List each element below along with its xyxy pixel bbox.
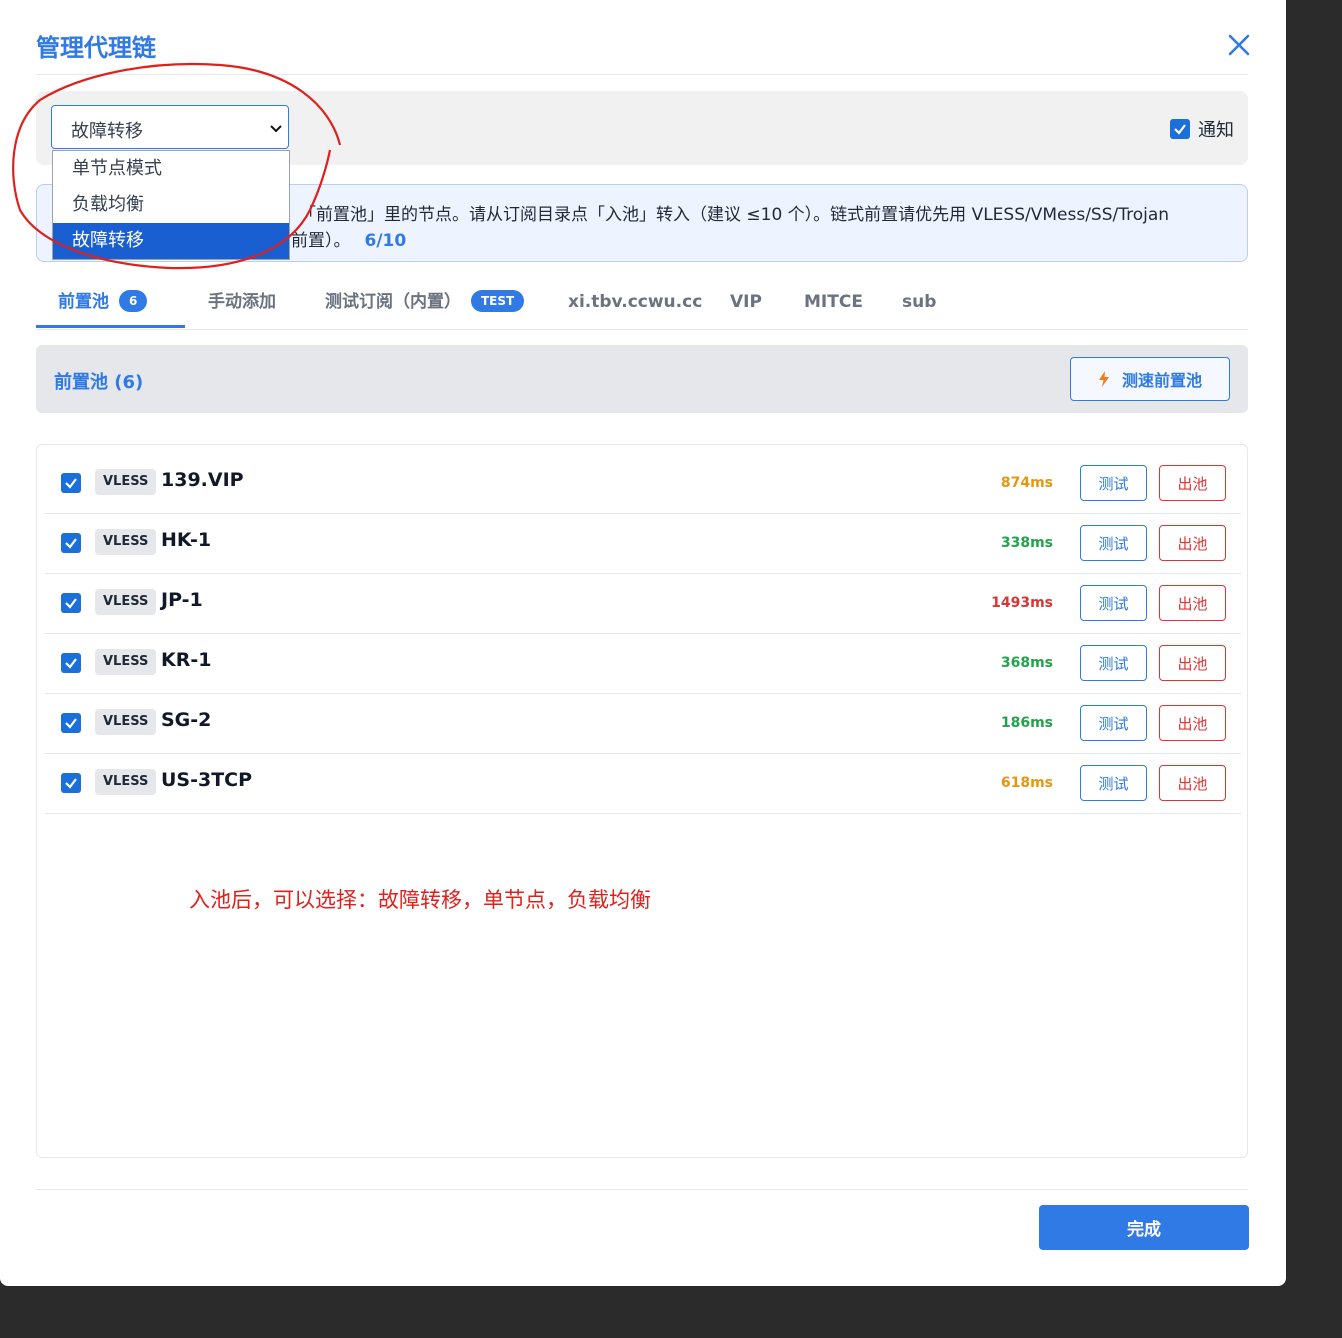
tab-badge: TEST: [471, 290, 525, 312]
table-row: VLESS SG-2 186ms 测试 出池: [45, 693, 1241, 754]
check-icon: [65, 718, 77, 729]
tab-bar: 前置池 6 手动添加 测试订阅（内置） TEST xi.tbv.ccwu.cc VIP MIT…: [36, 280, 1248, 330]
active-tab-underline: [36, 325, 185, 328]
footer-divider: [36, 1189, 1248, 1190]
tab-label: xi.tbv.ccwu.cc: [568, 292, 703, 312]
modal-title: 管理代理链: [36, 34, 156, 62]
tab-6[interactable]: sub: [902, 280, 936, 328]
node-test-button[interactable]: 测试: [1080, 705, 1147, 741]
tab-label: 前置池: [58, 292, 109, 312]
lightning-icon: [1098, 371, 1109, 387]
node-checkbox[interactable]: [61, 473, 81, 493]
node-latency: 186ms: [1000, 715, 1053, 731]
node-latency: 368ms: [1000, 655, 1053, 671]
tab-label: 测试订阅（内置）: [325, 292, 461, 312]
node-latency: 1493ms: [991, 595, 1053, 611]
node-name: 139.VIP: [161, 469, 244, 491]
node-remove-button[interactable]: 出池: [1159, 705, 1226, 741]
node-name: US-3TCP: [161, 769, 253, 791]
mode-dropdown-list: 单节点模式 负载均衡 故障转移: [52, 150, 290, 260]
info-text-line2: 前置）。 6/10: [291, 226, 406, 251]
node-remove-button[interactable]: 出池: [1159, 765, 1226, 801]
notify-toggle[interactable]: 通知: [1170, 116, 1234, 142]
protocol-badge: VLESS: [95, 649, 157, 675]
proxy-chain-modal: 管理代理链 故障转移 单节点模式 负载均衡 故障转移 通知 「前置池」里的节点。请从…: [0, 0, 1286, 1286]
protocol-badge: VLESS: [95, 709, 157, 735]
check-icon: [65, 658, 77, 669]
tab-4[interactable]: VIP: [730, 280, 762, 328]
chevron-down-icon: [270, 125, 282, 133]
header-divider: [36, 74, 1248, 75]
tab-2[interactable]: 测试订阅（内置） TEST: [325, 280, 525, 328]
check-icon: [65, 598, 77, 609]
annotation-text: 入池后，可以选择：故障转移，单节点，负载均衡: [189, 888, 651, 912]
info-text-line1: 「前置池」里的节点。请从订阅目录点「入池」转入（建议 ≤10 个）。链式前置请优…: [299, 205, 1170, 225]
protocol-badge: VLESS: [95, 769, 157, 795]
node-name: HK-1: [161, 529, 212, 551]
protocol-badge: VLESS: [95, 529, 157, 555]
node-test-button[interactable]: 测试: [1080, 465, 1147, 501]
node-remove-button[interactable]: 出池: [1159, 585, 1226, 621]
notify-checkbox[interactable]: [1170, 119, 1190, 139]
speed-test-pool-label: 测速前置池: [1121, 371, 1202, 390]
speed-test-pool-button[interactable]: 测速前置池: [1070, 357, 1230, 401]
mode-option[interactable]: 故障转移: [53, 223, 289, 259]
node-latency: 874ms: [1000, 475, 1053, 491]
node-remove-button[interactable]: 出池: [1159, 525, 1226, 561]
node-checkbox[interactable]: [61, 593, 81, 613]
check-icon: [1174, 124, 1186, 135]
notify-label: 通知: [1198, 120, 1234, 141]
pool-count: 6/10: [364, 231, 407, 251]
node-checkbox[interactable]: [61, 713, 81, 733]
node-test-button[interactable]: 测试: [1080, 525, 1147, 561]
check-icon: [65, 778, 77, 789]
tab-1[interactable]: 手动添加: [208, 280, 276, 328]
table-row: VLESS KR-1 368ms 测试 出池: [45, 633, 1241, 694]
info-text-line2-text: 前置）。: [291, 231, 351, 251]
table-row: VLESS US-3TCP 618ms 测试 出池: [45, 753, 1241, 814]
tab-3[interactable]: xi.tbv.ccwu.cc: [568, 280, 702, 328]
mode-option[interactable]: 单节点模式: [53, 151, 289, 187]
table-row: VLESS 139.VIP 874ms 测试 出池: [45, 453, 1241, 514]
pool-header: 前置池 (6) 测速前置池: [36, 345, 1248, 413]
node-name: KR-1: [161, 649, 212, 671]
node-test-button[interactable]: 测试: [1080, 765, 1147, 801]
check-icon: [65, 538, 77, 549]
mode-select-value: 故障转移: [71, 121, 143, 142]
node-latency: 618ms: [1000, 775, 1053, 791]
node-checkbox[interactable]: [61, 653, 81, 673]
tab-5[interactable]: MITCE: [804, 280, 863, 328]
node-name: SG-2: [161, 709, 212, 731]
pool-title: 前置池 (6): [54, 372, 144, 393]
tab-label: MITCE: [804, 292, 863, 312]
tab-label: sub: [902, 292, 937, 312]
tab-badge: 6: [119, 290, 148, 312]
protocol-badge: VLESS: [95, 589, 157, 615]
mode-option[interactable]: 负载均衡: [53, 187, 289, 223]
done-button[interactable]: 完成: [1039, 1205, 1249, 1250]
tab-0[interactable]: 前置池 6: [58, 280, 148, 328]
node-checkbox[interactable]: [61, 533, 81, 553]
check-icon: [65, 478, 77, 489]
mode-select[interactable]: 故障转移: [51, 105, 289, 149]
node-checkbox[interactable]: [61, 773, 81, 793]
node-test-button[interactable]: 测试: [1080, 645, 1147, 681]
tab-label: 手动添加: [208, 292, 276, 312]
node-test-button[interactable]: 测试: [1080, 585, 1147, 621]
close-icon[interactable]: [1224, 30, 1254, 60]
table-row: VLESS JP-1 1493ms 测试 出池: [45, 573, 1241, 634]
node-remove-button[interactable]: 出池: [1159, 465, 1226, 501]
node-remove-button[interactable]: 出池: [1159, 645, 1226, 681]
node-name: JP-1: [161, 589, 203, 611]
table-row: VLESS HK-1 338ms 测试 出池: [45, 513, 1241, 574]
tab-bar-divider: [36, 329, 1248, 330]
protocol-badge: VLESS: [95, 469, 157, 495]
tab-label: VIP: [730, 292, 762, 312]
node-list: VLESS 139.VIP 874ms 测试 出池 VLESS HK-1 338ms 测试 出池 V…: [36, 444, 1248, 1158]
node-latency: 338ms: [1000, 535, 1053, 551]
